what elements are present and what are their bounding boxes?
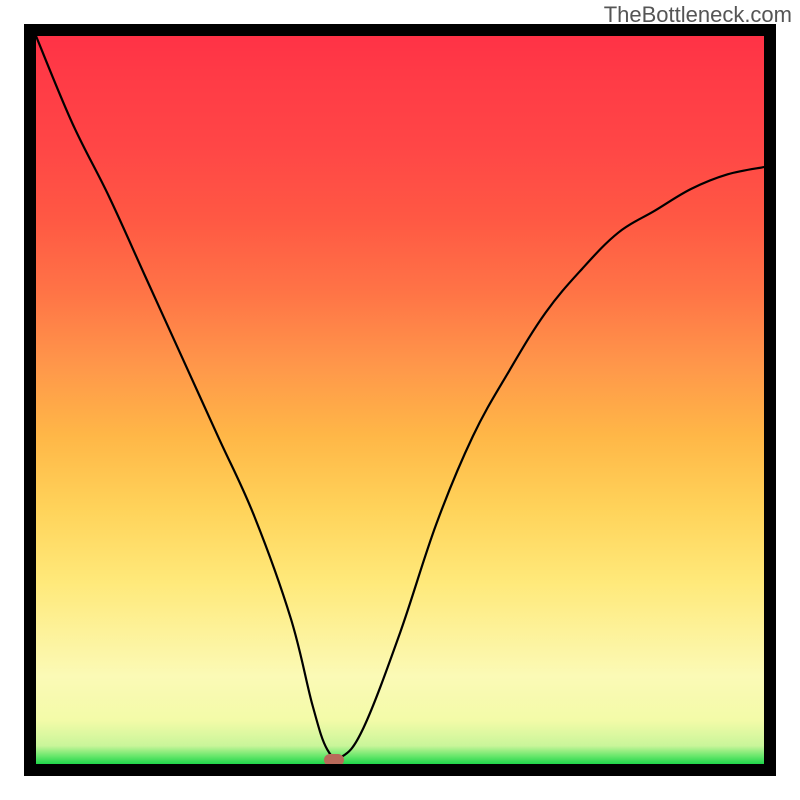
- plot-frame: [24, 24, 776, 776]
- watermark-text: TheBottleneck.com: [604, 2, 792, 28]
- chart-container: TheBottleneck.com: [0, 0, 800, 800]
- bottleneck-curve: [36, 36, 764, 764]
- plot-area: [36, 36, 764, 764]
- optimal-point-marker: [324, 754, 344, 764]
